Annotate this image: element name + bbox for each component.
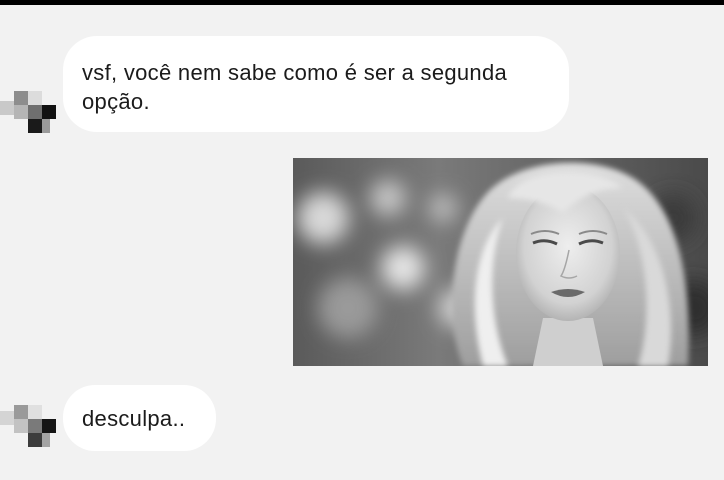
contact-avatar[interactable] — [0, 401, 56, 449]
avatar-pixel — [28, 405, 42, 419]
avatar-pixel — [42, 433, 50, 447]
received-message-bubble[interactable]: desculpa.. — [63, 385, 216, 451]
avatar-pixel — [28, 119, 42, 133]
avatar-pixel — [42, 419, 56, 433]
message-text: vsf, você nem sabe como é ser a segunda … — [82, 60, 508, 114]
status-top-bar — [0, 0, 724, 5]
avatar-pixel — [28, 91, 42, 105]
avatar-pixel — [14, 105, 28, 119]
avatar-pixel — [0, 411, 14, 425]
contact-avatar[interactable] — [0, 87, 56, 135]
avatar-pixel — [42, 119, 50, 133]
message-text: desculpa.. — [82, 406, 186, 431]
avatar-pixel — [28, 105, 42, 119]
photo-image — [293, 158, 708, 366]
avatar-pixel — [28, 433, 42, 447]
avatar-pixel — [28, 419, 42, 433]
received-message-bubble[interactable]: vsf, você nem sabe como é ser a segunda … — [63, 36, 569, 132]
avatar-pixel — [42, 105, 56, 119]
avatar-pixel — [14, 91, 28, 105]
avatar-pixel — [0, 101, 14, 115]
sent-image-message[interactable] — [293, 158, 708, 366]
avatar-pixel — [14, 419, 28, 433]
avatar-pixel — [14, 405, 28, 419]
